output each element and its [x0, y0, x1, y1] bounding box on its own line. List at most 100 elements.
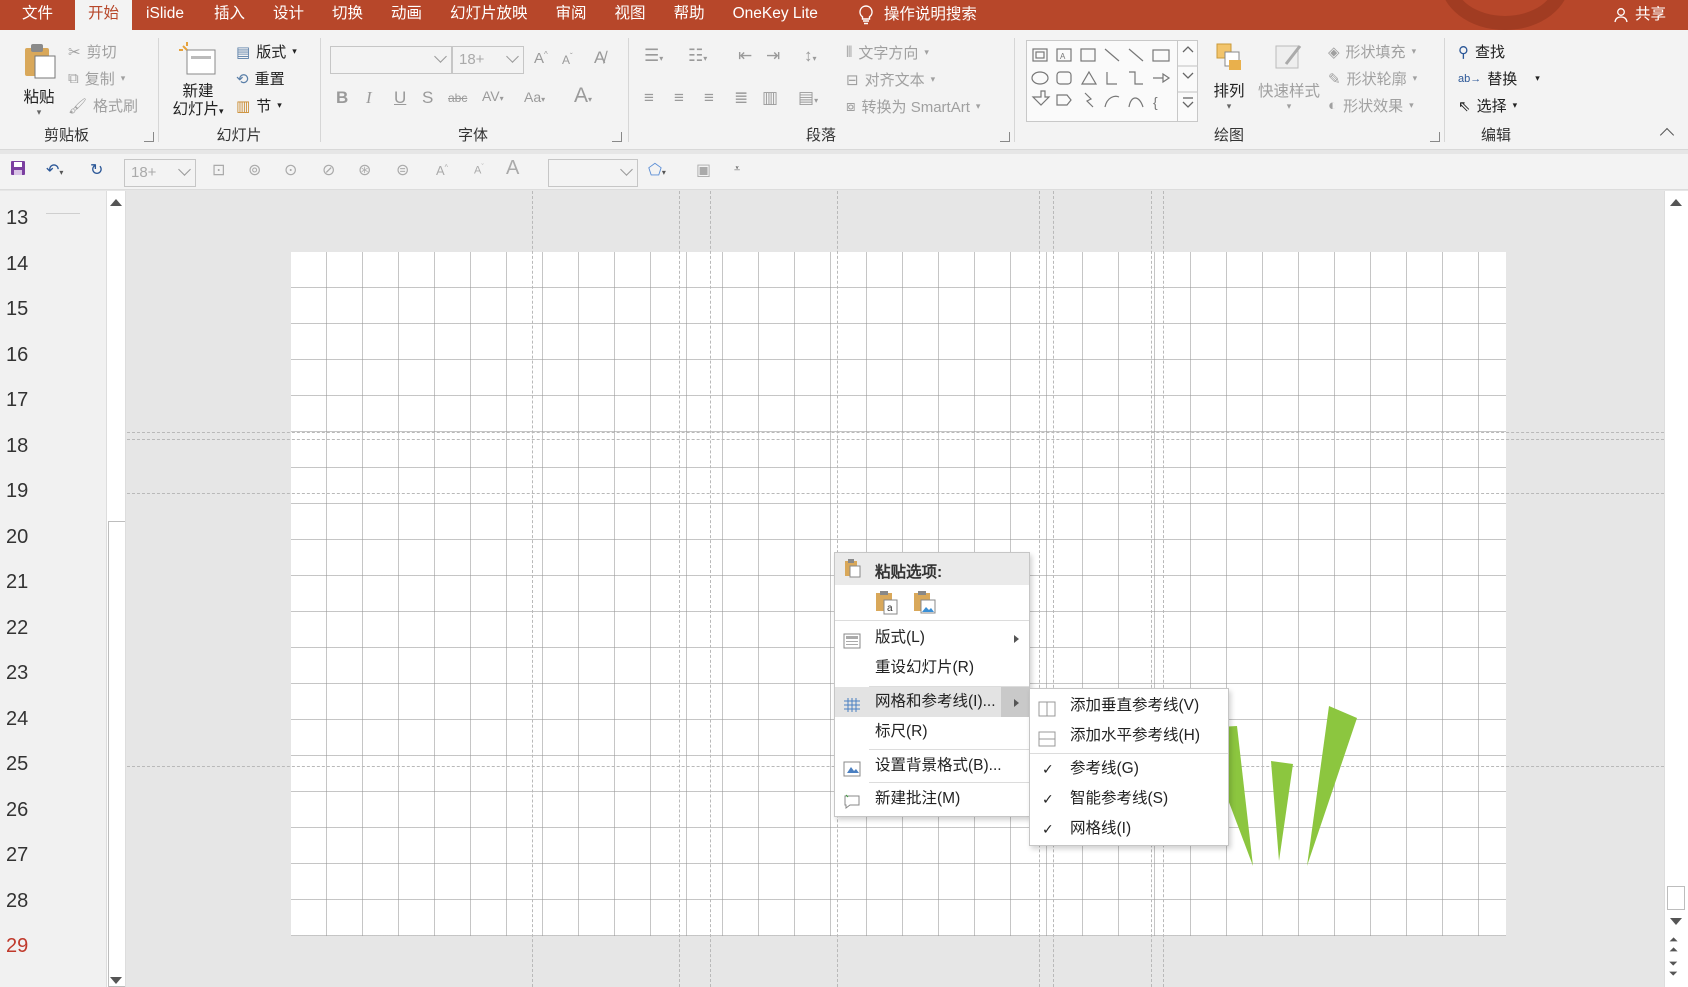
paste-keep-text-only-button[interactable]: a: [873, 589, 899, 615]
slide-number[interactable]: 13: [6, 207, 28, 230]
tab-review[interactable]: 审阅: [542, 0, 601, 30]
save-icon[interactable]: [10, 160, 26, 181]
slide-number[interactable]: 20: [6, 526, 28, 549]
new-slide-button[interactable]: 新建 幻灯片▾: [166, 42, 230, 120]
horizontal-guide[interactable]: [127, 432, 1664, 433]
slide-number[interactable]: 25: [6, 753, 28, 776]
justify-icon[interactable]: ≣: [734, 88, 748, 108]
vertical-guide[interactable]: [532, 191, 533, 987]
tell-me-search[interactable]: 操作说明搜索: [832, 0, 992, 30]
slide-number[interactable]: 15: [6, 298, 28, 321]
slide-number[interactable]: 16: [6, 344, 28, 367]
slide-number[interactable]: 24: [6, 708, 28, 731]
menu-item-ruler[interactable]: 标尺(R): [835, 717, 1029, 747]
previous-slide-icon[interactable]: ⏶ ⏶: [1669, 935, 1678, 956]
scroll-up-icon[interactable]: [1670, 199, 1682, 206]
fragment-icon[interactable]: ⊛: [358, 160, 371, 180]
shadow-icon[interactable]: S: [422, 88, 433, 108]
font-name-combo[interactable]: [330, 46, 452, 74]
tab-islide[interactable]: iSlide: [132, 0, 198, 30]
merge-shapes-icon[interactable]: ⊚: [248, 160, 261, 180]
shape-effects-button[interactable]: ◐ 形状效果 ▾: [1328, 95, 1414, 116]
menu-item-format-background[interactable]: 设置背景格式(B)...: [835, 751, 1029, 781]
grow-font-icon[interactable]: A^: [534, 50, 548, 67]
tab-file[interactable]: 文件: [0, 0, 75, 30]
slide-number[interactable]: 27: [6, 844, 28, 867]
qat-grow-font-icon[interactable]: A^: [436, 163, 448, 178]
submenu-item-guides[interactable]: ✓ 参考线(G): [1030, 754, 1228, 784]
tab-design[interactable]: 设计: [259, 0, 318, 30]
tab-transitions[interactable]: 切换: [318, 0, 377, 30]
text-box-icon[interactable]: ▣: [696, 160, 711, 180]
align-left-icon[interactable]: ≡: [644, 88, 654, 108]
slide-number[interactable]: 14: [6, 253, 28, 276]
collapse-ribbon-icon[interactable]: [1659, 127, 1675, 143]
horizontal-guide[interactable]: [127, 439, 1664, 440]
intersect-icon[interactable]: ⊜: [396, 160, 409, 180]
slide-number[interactable]: 22: [6, 617, 28, 640]
qat-shrink-font-icon[interactable]: Aˇ: [474, 164, 484, 177]
undo-icon[interactable]: ↶▾: [46, 160, 63, 180]
paste-button[interactable]: 粘贴 ▾: [16, 42, 62, 118]
slide-number[interactable]: 17: [6, 389, 28, 412]
thumbnail-scroll-thumb[interactable]: [108, 521, 125, 987]
shrink-font-icon[interactable]: Aˇ: [562, 52, 573, 67]
format-painter-button[interactable]: 🖌 格式刷: [68, 95, 138, 116]
scroll-down-icon[interactable]: [110, 977, 122, 984]
submenu-item-gridlines[interactable]: ✓ 网格线(I): [1030, 814, 1228, 844]
tab-slideshow[interactable]: 幻灯片放映: [436, 0, 542, 30]
vertical-guide[interactable]: [1053, 191, 1054, 987]
underline-icon[interactable]: U: [394, 88, 406, 108]
slide-number[interactable]: 23: [6, 662, 28, 685]
submenu-item-smart-guides[interactable]: ✓ 智能参考线(S): [1030, 784, 1228, 814]
strikethrough-icon[interactable]: abc: [448, 91, 467, 105]
distribute-icon[interactable]: ▤▾: [798, 88, 818, 108]
scroll-up-icon[interactable]: [110, 199, 122, 206]
tab-insert[interactable]: 插入: [198, 0, 259, 30]
columns-icon[interactable]: ▥: [762, 88, 778, 108]
submenu-item-add-vertical-guide[interactable]: 添加垂直参考线(V): [1030, 691, 1228, 721]
canvas-scroll-thumb[interactable]: [1667, 886, 1685, 910]
increase-indent-icon[interactable]: ⇥: [766, 46, 780, 66]
layout-button[interactable]: ▤ 版式 ▾: [236, 41, 297, 62]
slide-number[interactable]: 21: [6, 571, 28, 594]
slide-number[interactable]: 26: [6, 799, 28, 822]
drawing-launcher-icon[interactable]: [1430, 132, 1440, 142]
italic-icon[interactable]: I: [366, 88, 372, 108]
copy-button[interactable]: ⧉ 复制 ▾: [68, 68, 125, 89]
customize-qat-icon[interactable]: ⩡: [734, 163, 740, 176]
quick-styles-button[interactable]: 快速样式 ▾: [1256, 40, 1322, 112]
union-icon[interactable]: ⊙: [284, 160, 297, 180]
select-button[interactable]: ⇖ 选择 ▾: [1458, 95, 1517, 116]
arrange-button[interactable]: 排列 ▾: [1206, 40, 1252, 112]
shape-fill-qat-icon[interactable]: ⬠▾: [648, 160, 666, 180]
slide-number[interactable]: 28: [6, 890, 28, 913]
font-color-icon[interactable]: A▾: [574, 84, 592, 108]
tab-help[interactable]: 帮助: [660, 0, 719, 30]
clear-format-icon[interactable]: A̸: [594, 48, 605, 68]
paragraph-launcher-icon[interactable]: [1000, 132, 1010, 142]
tab-animations[interactable]: 动画: [377, 0, 436, 30]
font-size-combo[interactable]: 18+: [452, 46, 524, 74]
redo-icon[interactable]: ↻: [90, 160, 103, 180]
next-slide-icon[interactable]: ⏷ ⏷: [1669, 959, 1678, 980]
vertical-guide[interactable]: [710, 191, 711, 987]
shapes-gallery[interactable]: A {: [1026, 40, 1198, 122]
vertical-guide[interactable]: [1163, 191, 1164, 987]
slide-number[interactable]: 18: [6, 435, 28, 458]
change-case-icon[interactable]: Aa▾: [524, 89, 545, 105]
submenu-item-add-horizontal-guide[interactable]: 添加水平参考线(H): [1030, 721, 1228, 751]
bullets-icon[interactable]: ☰▾: [644, 46, 663, 66]
vertical-guide[interactable]: [1151, 191, 1152, 987]
section-button[interactable]: ▥ 节 ▾: [236, 95, 282, 116]
qat-font-name-combo[interactable]: [548, 159, 638, 187]
find-button[interactable]: ⚲ 查找: [1458, 41, 1505, 62]
smartart-button[interactable]: ⧇ 转换为 SmartArt ▾: [846, 96, 980, 117]
paste-picture-button[interactable]: [911, 589, 937, 615]
line-spacing-icon[interactable]: ↕▾: [804, 46, 817, 66]
align-text-button[interactable]: ⊟ 对齐文本 ▾: [846, 69, 935, 90]
qat-font-color-icon[interactable]: A: [506, 157, 519, 180]
canvas-scrollbar[interactable]: ⏶ ⏶ ⏷ ⏷: [1664, 191, 1688, 987]
vertical-guide[interactable]: [679, 191, 680, 987]
menu-item-new-comment[interactable]: 新建批注(M): [835, 784, 1029, 814]
